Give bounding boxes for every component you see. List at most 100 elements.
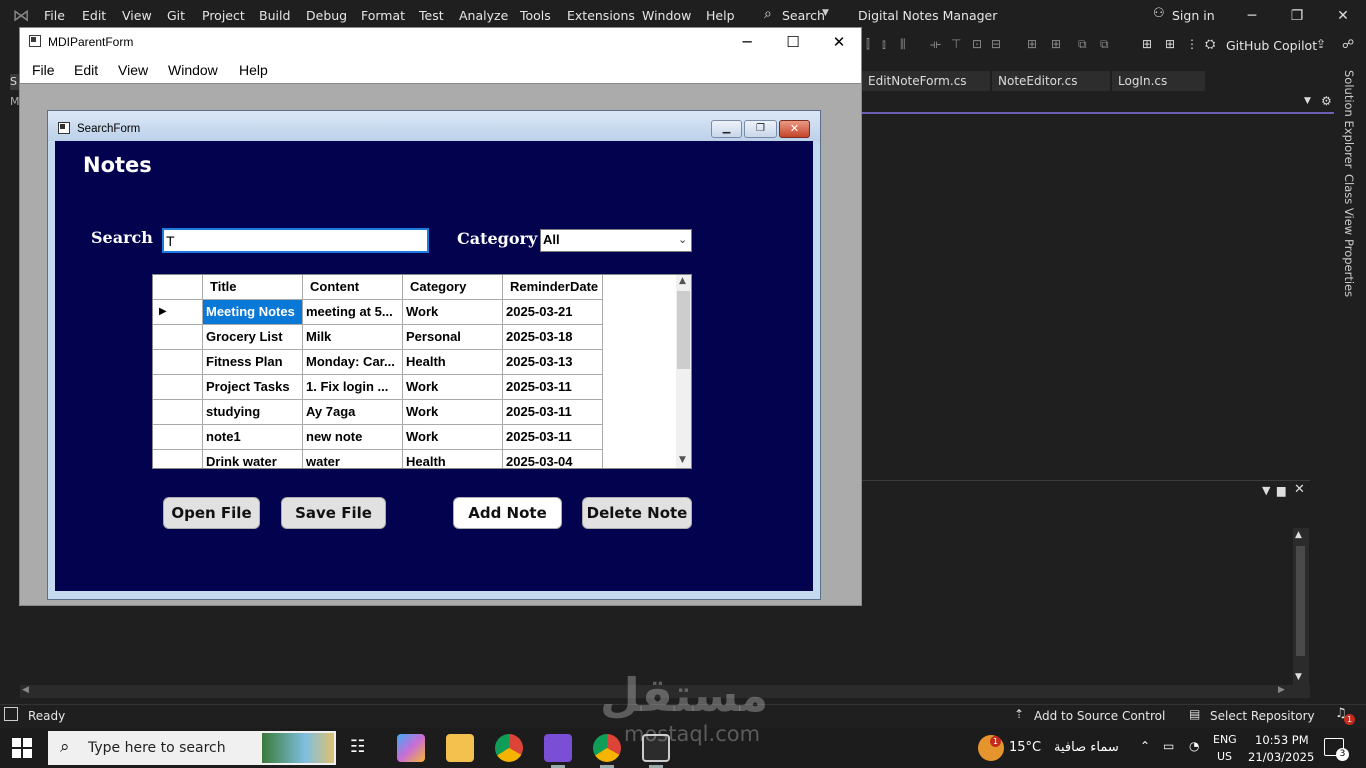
search-form-title-bar[interactable]	[48, 111, 820, 141]
feedback-icon[interactable]: ☍	[1342, 37, 1354, 51]
grid-row-header[interactable]	[153, 450, 203, 468]
vs-menu-file[interactable]: File	[44, 8, 65, 23]
grid-cell[interactable]: Meeting Notes	[203, 300, 303, 325]
open-file-button[interactable]: Open File	[163, 497, 260, 529]
toolbar-spacing-icon[interactable]: ⊞	[1027, 37, 1037, 51]
form-icon[interactable]	[58, 122, 70, 134]
taskbar-search-placeholder[interactable]: Type here to search	[88, 740, 226, 756]
mdi-menu-view[interactable]: View	[118, 62, 148, 78]
close-icon[interactable]: ✕	[816, 28, 862, 56]
delete-note-button[interactable]: Delete Note	[582, 497, 692, 529]
grid-cell[interactable]: 2025-03-21	[503, 300, 603, 325]
save-file-button[interactable]: Save File	[281, 497, 386, 529]
vs-menu-edit[interactable]: Edit	[82, 8, 106, 23]
scroll-down-icon[interactable]: ▼	[1295, 672, 1302, 682]
visual-studio-icon[interactable]	[544, 734, 572, 762]
vs-menu-analyze[interactable]: Analyze	[459, 8, 508, 23]
vs-search-box[interactable]: Search	[782, 8, 825, 23]
copilot-icon[interactable]: ⛭	[1205, 37, 1215, 52]
visual-studio-logo-icon[interactable]: ⋈	[10, 6, 32, 26]
file-explorer-icon[interactable]	[446, 734, 474, 762]
grid-row-header[interactable]	[153, 400, 203, 425]
vs-menu-format[interactable]: Format	[361, 8, 405, 23]
tab-login[interactable]: LogIn.cs	[1112, 71, 1205, 91]
scroll-right-icon[interactable]: ▶	[1278, 685, 1285, 695]
grid-cell[interactable]: Monday: Car...	[303, 350, 403, 375]
form-icon[interactable]	[29, 35, 41, 47]
account-icon[interactable]: ⚇	[1153, 6, 1165, 21]
vs-menu-test[interactable]: Test	[419, 8, 444, 23]
grid-row-header[interactable]	[153, 375, 203, 400]
category-dropdown[interactable]	[540, 229, 692, 252]
search-highlight-image[interactable]	[262, 733, 334, 763]
grid-cell[interactable]: 2025-03-11	[503, 375, 603, 400]
notes-grid[interactable]: Title Content Category ReminderDate ▶ Meeting…	[152, 274, 692, 469]
grid-cell[interactable]: Grocery List	[203, 325, 303, 350]
toolbar-tab-order-icon[interactable]: ⊞	[1142, 37, 1152, 51]
solution-explorer-tab[interactable]: Solution Explorer	[1342, 70, 1356, 168]
grid-cell[interactable]: water	[303, 450, 403, 468]
close-icon[interactable]: ✕	[779, 120, 810, 138]
grid-row-header[interactable]: ▶	[153, 300, 203, 325]
toolbar-overflow-icon[interactable]: ⋮	[1186, 37, 1198, 51]
vs-menu-build[interactable]: Build	[259, 8, 290, 23]
mdi-menu-help[interactable]: Help	[239, 62, 268, 78]
mdi-menu-window[interactable]: Window	[168, 62, 218, 78]
github-copilot-button[interactable]: GitHub Copilot	[1226, 38, 1317, 53]
grid-corner-header[interactable]	[153, 275, 203, 300]
vs-menu-debug[interactable]: Debug	[306, 8, 347, 23]
grid-column-header[interactable]: ReminderDate	[503, 275, 603, 300]
grid-cell[interactable]: Work	[403, 400, 503, 425]
weather-temperature[interactable]: 15°C	[1009, 740, 1041, 755]
add-note-button[interactable]: Add Note	[453, 497, 562, 529]
clock-time[interactable]: 10:53 PM	[1255, 733, 1309, 747]
grid-cell[interactable]: 2025-03-18	[503, 325, 603, 350]
wifi-icon[interactable]: ◔	[1189, 739, 1199, 753]
arrow-up-icon[interactable]: ⇡	[1014, 707, 1024, 721]
clock-date[interactable]: 21/03/2025	[1248, 750, 1314, 764]
grid-cell[interactable]: Work	[403, 425, 503, 450]
grid-cell[interactable]: 2025-03-11	[503, 425, 603, 450]
toolbar-align-icon[interactable]: ⟛	[930, 37, 941, 52]
grid-cell[interactable]: studying	[203, 400, 303, 425]
show-hidden-icons-chevron-icon[interactable]: ⌃	[1140, 739, 1150, 753]
tab-edit-note-form[interactable]: EditNoteForm.cs	[862, 71, 990, 91]
minimize-icon[interactable]: ▁	[711, 120, 742, 138]
grid-cell[interactable]: 2025-03-13	[503, 350, 603, 375]
vs-menu-window[interactable]: Window	[642, 8, 691, 23]
toolbar-size-icon[interactable]: ⊟	[991, 37, 1001, 51]
chevron-down-icon[interactable]: ▼	[822, 8, 829, 18]
grid-cell[interactable]: new note	[303, 425, 403, 450]
toolbar-align-icon[interactable]: ⊤	[951, 37, 961, 51]
toolbar-align-icon[interactable]: ⫿	[866, 37, 870, 52]
grid-cell[interactable]: Personal	[403, 325, 503, 350]
scroll-up-icon[interactable]: ▲	[679, 276, 686, 286]
vs-menu-tools[interactable]: Tools	[520, 8, 551, 23]
windows-start-icon[interactable]	[12, 738, 32, 758]
sign-in-link[interactable]: Sign in	[1172, 8, 1215, 23]
vs-menu-git[interactable]: Git	[167, 8, 185, 23]
grid-row-header[interactable]	[153, 350, 203, 375]
chevron-down-icon[interactable]: ▼	[1262, 484, 1270, 497]
toolbar-spacing-icon[interactable]: ⊞	[1051, 37, 1061, 51]
grid-column-header[interactable]: Content	[303, 275, 403, 300]
chevron-down-icon[interactable]: ▼	[1304, 96, 1311, 106]
grid-cell[interactable]: Health	[403, 450, 503, 468]
grid-row-header[interactable]	[153, 425, 203, 450]
grid-cell[interactable]: Ay 7aga	[303, 400, 403, 425]
grid-cell[interactable]: Work	[403, 300, 503, 325]
toolbar-align-icon[interactable]: ⫾	[882, 37, 886, 52]
restore-icon[interactable]: ❐	[744, 120, 777, 138]
maximize-icon[interactable]: ☐	[770, 28, 816, 56]
scroll-down-icon[interactable]: ▼	[679, 455, 686, 465]
tab-note-editor[interactable]: NoteEditor.cs	[992, 71, 1110, 91]
maximize-icon[interactable]: ▆	[1277, 484, 1285, 497]
grid-cell[interactable]: 2025-03-04	[503, 450, 603, 468]
vs-menu-project[interactable]: Project	[202, 8, 245, 23]
vs-menu-extensions[interactable]: Extensions	[567, 8, 635, 23]
battery-icon[interactable]: ▭	[1163, 739, 1174, 753]
close-icon[interactable]: ✕	[1294, 482, 1305, 497]
grid-column-header[interactable]: Category	[403, 275, 503, 300]
grid-cell[interactable]: Milk	[303, 325, 403, 350]
close-icon[interactable]: ✕	[1320, 4, 1366, 28]
